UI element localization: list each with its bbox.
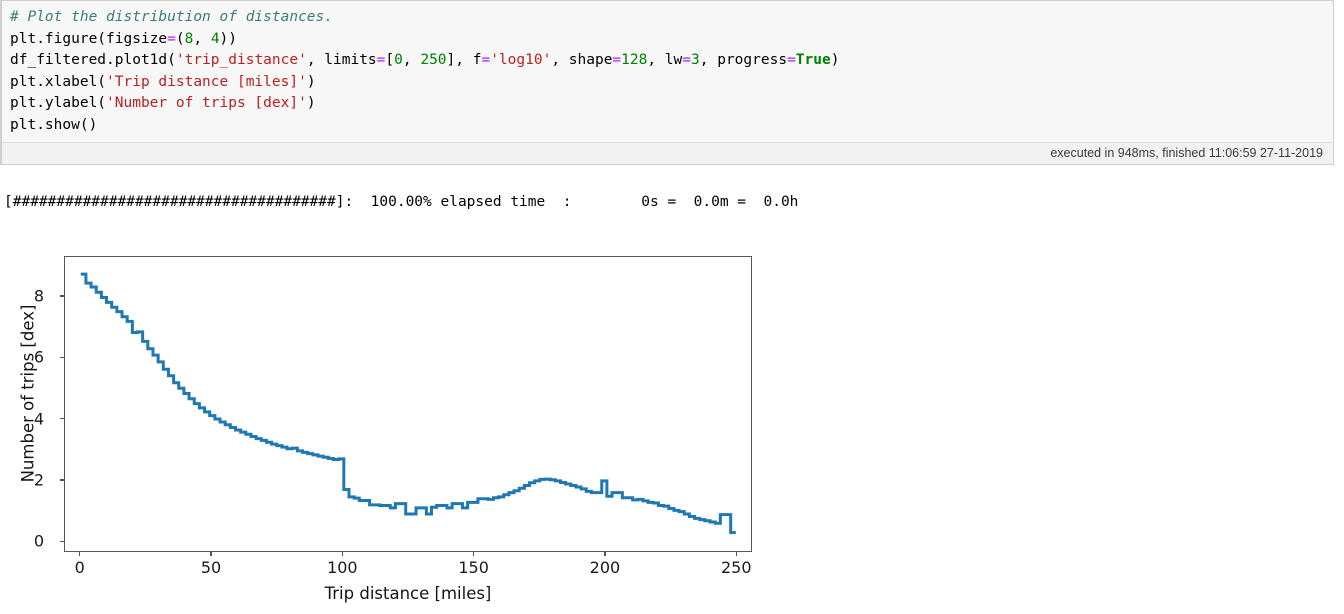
y-axis-label: Number of trips [dex] <box>18 304 38 483</box>
code-line-1: # Plot the distribution of distances. <box>10 9 334 25</box>
data-series-trip-distance <box>80 272 736 534</box>
x-tick-mark <box>210 552 212 556</box>
code-line-4: plt.xlabel('Trip distance [miles]') <box>10 73 316 90</box>
x-tick-mark <box>735 552 737 556</box>
y-tick-mark <box>60 295 64 297</box>
y-tick-mark <box>60 540 64 542</box>
code-line-6: plt.show() <box>10 116 98 133</box>
plot-axes-frame <box>64 256 752 552</box>
matplotlib-figure: 02468 0 50 100 150 200 250 Trip distance [mil… <box>0 234 800 614</box>
y-tick-mark <box>60 356 64 358</box>
x-axis-label: Trip distance [miles] <box>324 584 492 603</box>
x-tick-label-250: 250 <box>720 558 752 577</box>
x-tick-label-100: 100 <box>327 558 358 577</box>
x-tick-label-0: 0 <box>74 558 85 577</box>
stdout-progress-output: [#####################################]:… <box>4 194 799 210</box>
code-line-5: plt.ylabel('Number of trips [dex]') <box>10 95 316 111</box>
execution-status-bar: executed in 948ms, finished 11:06:59 27-… <box>2 142 1333 164</box>
code-line-2: plt.figure(figsize=(8, 4)) <box>10 30 238 47</box>
notebook-code-cell[interactable]: # Plot the distribution of distances. plt… <box>0 0 1334 165</box>
code-line-3: df_filtered.plot1d('trip_distance', limi… <box>10 52 840 68</box>
x-tick-label-200: 200 <box>589 558 621 577</box>
code-editor[interactable]: # Plot the distribution of distances. plt… <box>2 1 1333 142</box>
plot-line-svg <box>80 272 736 534</box>
x-tick-mark <box>472 552 475 556</box>
y-tick-mark <box>60 417 64 420</box>
x-tick-mark <box>604 552 606 556</box>
x-tick-label-50: 50 <box>200 558 222 577</box>
x-tick-mark <box>79 552 81 556</box>
y-tick-mark <box>60 479 64 481</box>
x-tick-label-150: 150 <box>458 558 489 577</box>
execution-status-text: executed in 948ms, finished 11:06:59 27-… <box>1050 146 1323 160</box>
x-tick-mark <box>341 552 343 556</box>
